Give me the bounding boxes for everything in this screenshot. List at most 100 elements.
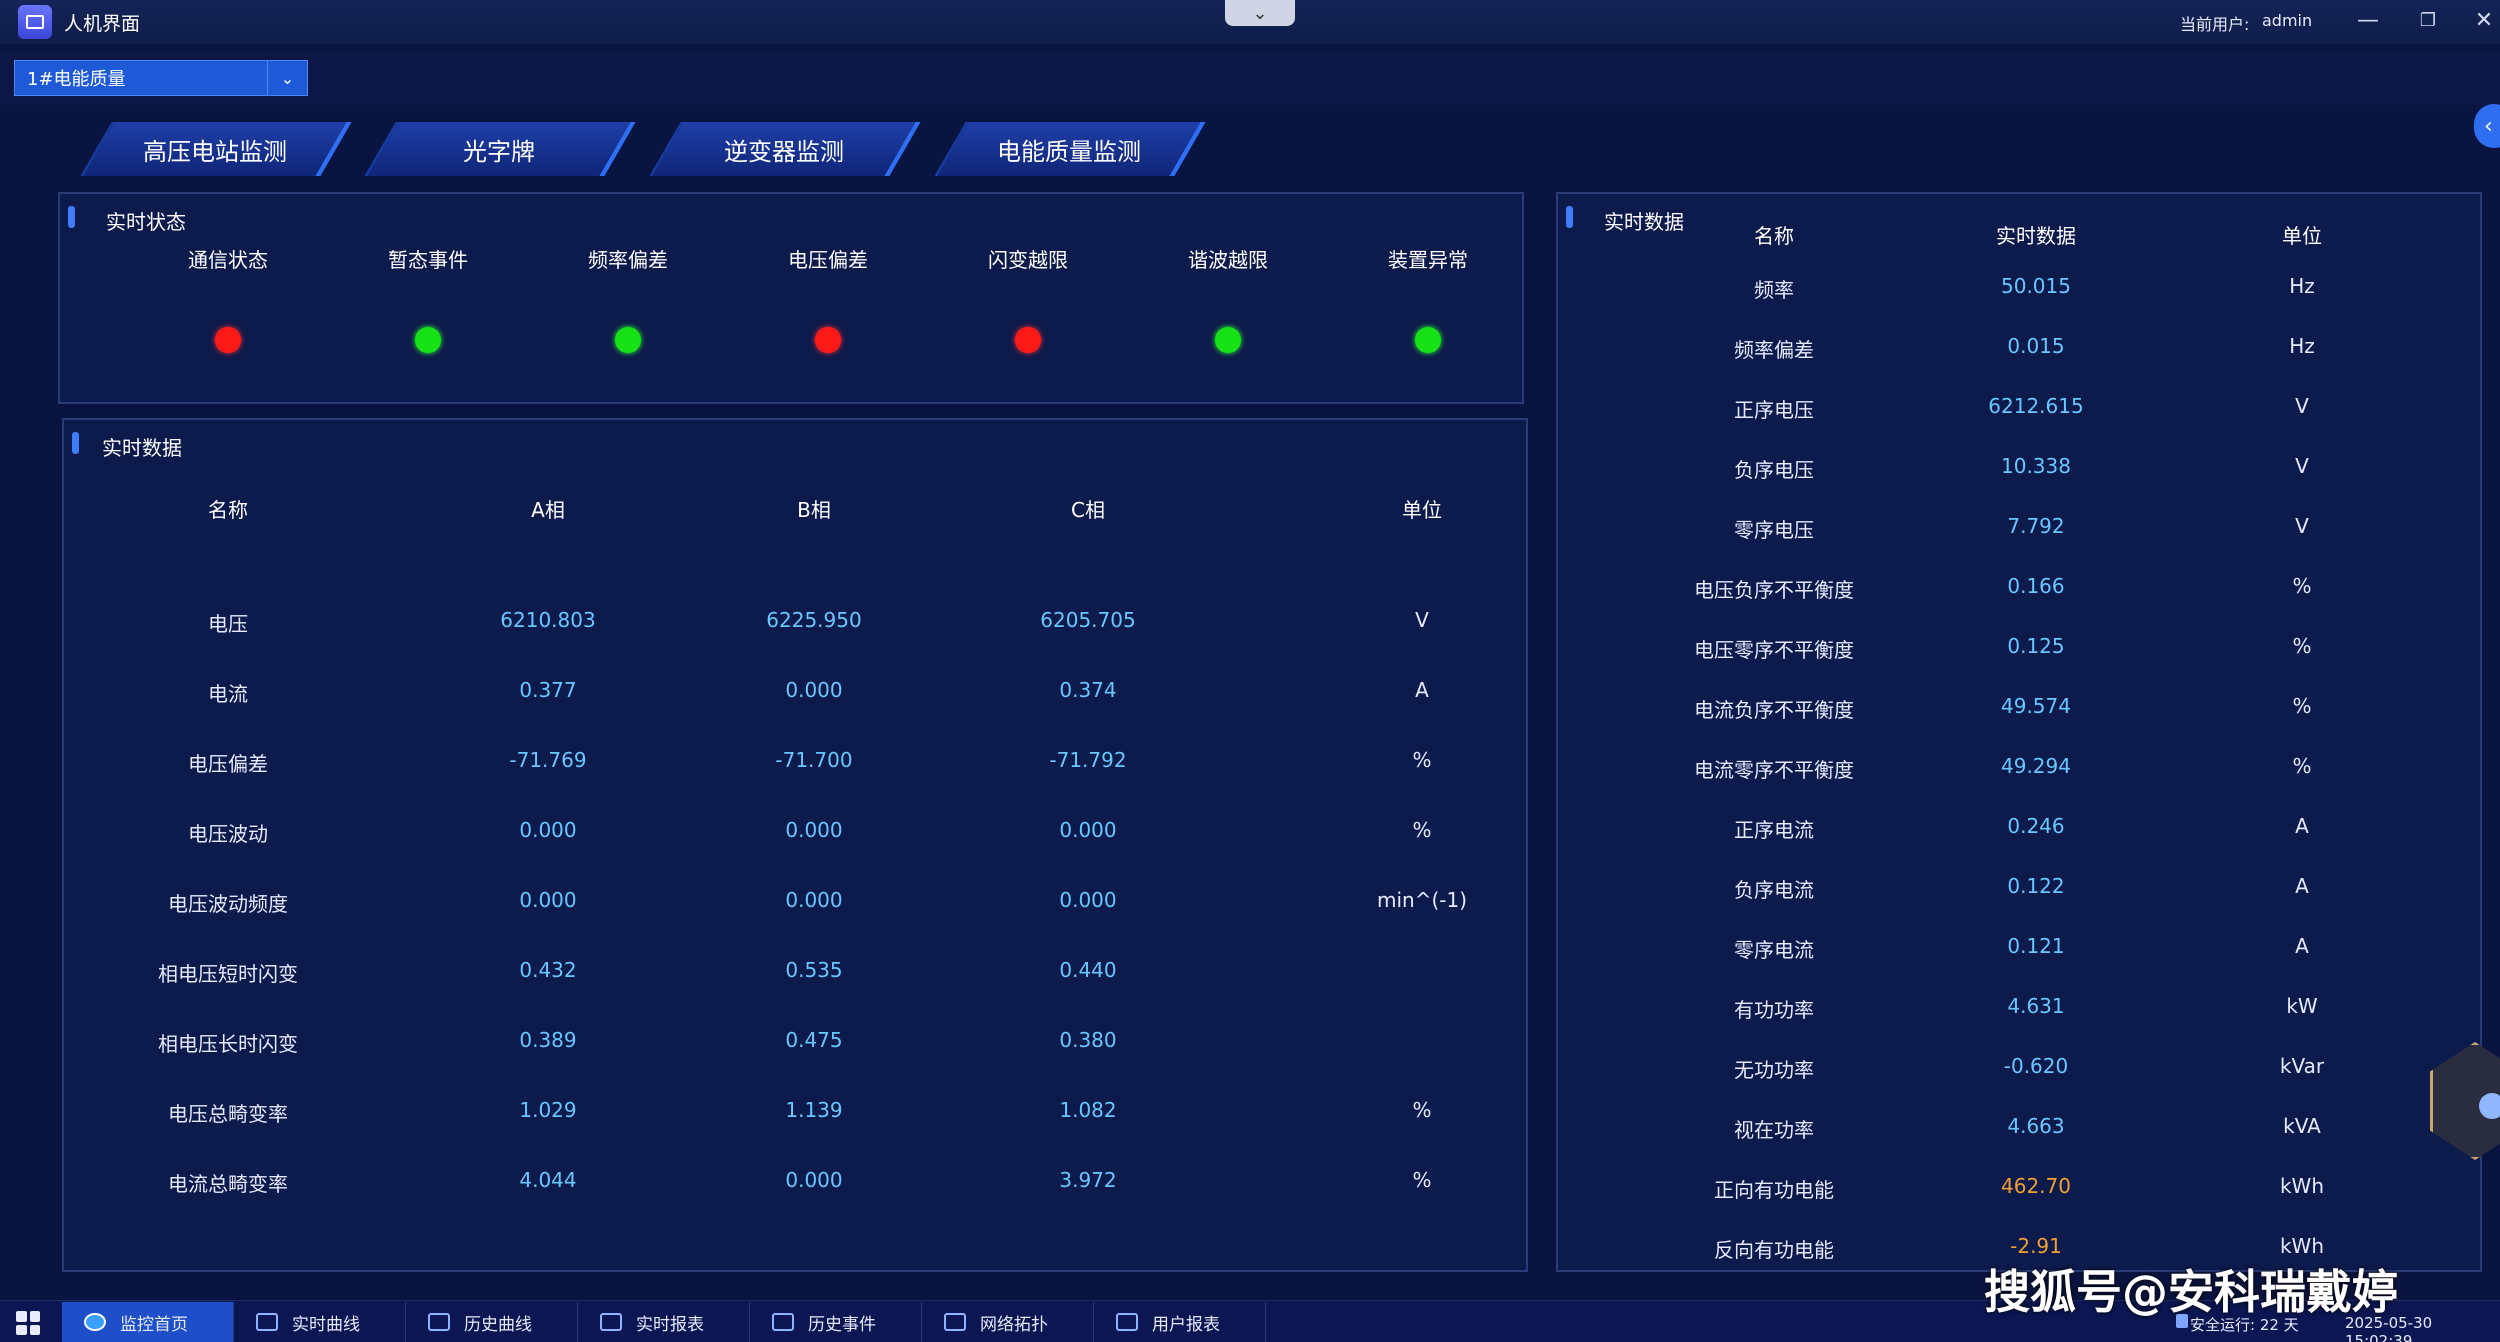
row-value: -71.792 [1049,748,1127,772]
row-value: 0.432 [519,958,577,982]
row-name: 零序电压 [1734,518,1814,542]
row-unit: % [1412,1098,1432,1122]
taskbar-item[interactable]: 网络拓扑 [922,1302,1094,1342]
tab-power-quality[interactable]: 电能质量监测 [934,122,1206,176]
status-label: 电压偏差 [788,248,868,272]
taskbar-item[interactable]: 实时曲线 [234,1302,406,1342]
table-header: 单位 [2282,224,2322,248]
panel-marker [72,432,79,454]
table-header: 单位 [1402,498,1442,522]
minimize-button[interactable]: — [2350,6,2386,36]
row-name: 电压零序不平衡度 [1694,638,1854,662]
row-name: 电压负序不平衡度 [1694,578,1854,602]
row-value: 4.044 [519,1168,577,1192]
taskbar-item[interactable]: 监控首页 [62,1302,234,1342]
row-value: 3.972 [1059,1168,1117,1192]
row-name: 电流 [208,682,248,706]
tab-inverter[interactable]: 逆变器监测 [649,122,921,176]
row-name: 电压波动 [188,822,268,846]
row-unit: A [2295,934,2309,958]
row-value: 6212.615 [1988,394,2084,418]
row-unit: min^(-1) [1376,888,1468,912]
row-value: 0.122 [2007,874,2065,898]
row-value: 0.475 [785,1028,843,1052]
taskbar-item[interactable]: 历史事件 [750,1302,922,1342]
row-value: 7.792 [2007,514,2065,538]
table-header: 名称 [1754,224,1794,248]
restore-button[interactable]: ❐ [2410,6,2446,36]
row-value: -71.700 [775,748,853,772]
row-value: 4.663 [2007,1114,2065,1138]
row-value: 0.389 [519,1028,577,1052]
tab-light-board[interactable]: 光字牌 [364,122,636,176]
row-unit: kVA [2283,1114,2321,1138]
chevron-down-icon[interactable]: ⌄ [267,61,307,95]
row-name: 负序电压 [1734,458,1814,482]
side-panel-toggle-chevron-left-icon[interactable]: ‹ [2474,104,2500,148]
status-indicator-led [815,327,841,353]
status-label: 闪变越限 [988,248,1068,272]
taskbar-item-label: 用户报表 [1152,1314,1220,1335]
tab-hv-station[interactable]: 高压电站监测 [80,122,352,176]
row-unit: % [2292,634,2312,658]
device-select[interactable]: 1#电能质量 ⌄ [14,60,308,96]
taskbar-item[interactable]: 历史曲线 [406,1302,578,1342]
row-name: 正序电流 [1734,818,1814,842]
toolbar [0,50,2500,105]
row-unit: % [2292,694,2312,718]
status-label: 通信状态 [188,248,268,272]
tab-label: 高压电站监测 [143,137,287,166]
row-value: 4.631 [2007,994,2065,1018]
row-name: 电流负序不平衡度 [1694,698,1854,722]
table-header: 名称 [208,498,248,522]
taskbar-item-label: 监控首页 [120,1314,188,1335]
tab-label: 光字牌 [463,137,535,166]
row-name: 电流零序不平衡度 [1694,758,1854,782]
row-unit: A [1415,678,1429,702]
app-icon [1116,1313,1138,1331]
row-unit: A [2295,874,2309,898]
row-value: 0.125 [2007,634,2065,658]
table-header: C相 [1071,498,1105,522]
grid-menu-icon[interactable] [16,1311,40,1335]
status-indicator-led [1015,327,1041,353]
taskbar-item-label: 实时报表 [636,1314,704,1335]
row-unit: Hz [2289,334,2315,358]
row-unit: % [1412,818,1432,842]
panel-title: 实时状态 [106,210,186,234]
row-unit: % [1412,748,1432,772]
row-value: 0.015 [2007,334,2065,358]
taskbar-item-label: 网络拓扑 [980,1314,1048,1335]
row-unit: kWh [2279,1234,2325,1258]
taskbar-item[interactable]: 实时报表 [578,1302,750,1342]
home-icon [84,1313,106,1331]
row-name: 正序电压 [1734,398,1814,422]
row-value: 6225.950 [766,608,862,632]
row-name: 电压波动频度 [168,892,288,916]
row-name: 相电压长时闪变 [158,1032,298,1056]
watermark: 搜狐号@安科瑞戴婷 [1984,1265,2398,1319]
taskbar-item-label: 实时曲线 [292,1314,360,1335]
collapse-handle-chevron-icon[interactable]: ⌄ [1225,0,1295,26]
row-name: 反向有功电能 [1714,1238,1834,1262]
row-value: 0.000 [785,818,843,842]
row-name: 电压总畸变率 [168,1102,288,1126]
row-value: -0.620 [2003,1054,2069,1078]
row-unit: % [1412,1168,1432,1192]
row-value: 0.000 [785,678,843,702]
row-unit: kVar [2279,1054,2325,1078]
row-unit: kWh [2279,1174,2325,1198]
tab-label: 逆变器监测 [724,137,844,166]
row-value: 0.377 [519,678,577,702]
row-value: 0.440 [1059,958,1117,982]
taskbar-item[interactable]: 用户报表 [1094,1302,1266,1342]
row-value: 0.246 [2007,814,2065,838]
row-value: 0.000 [519,888,577,912]
close-button[interactable]: ✕ [2466,6,2500,36]
row-name: 频率 [1754,278,1794,302]
status-label: 装置异常 [1388,248,1468,272]
row-value: 49.574 [2001,694,2071,718]
row-name: 视在功率 [1734,1118,1814,1142]
status-indicator-led [1415,327,1441,353]
row-unit: kW [2286,994,2318,1018]
